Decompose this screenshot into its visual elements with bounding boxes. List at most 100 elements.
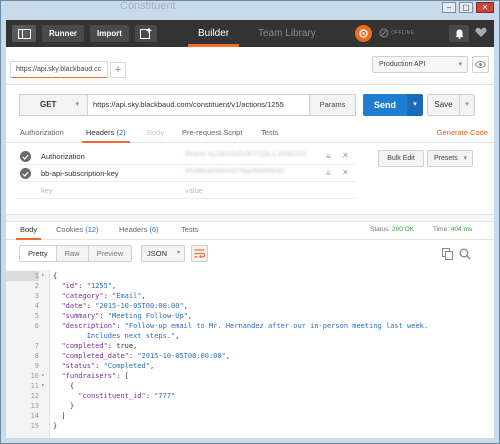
fold-toggle-icon[interactable]: ▾ <box>41 371 45 381</box>
presets-button[interactable]: Presets ▾ <box>427 150 473 167</box>
tab-cookies[interactable]: Cookies (12) <box>56 225 99 240</box>
tab-response-body[interactable]: Body <box>15 225 42 240</box>
bell-icon <box>455 29 463 39</box>
new-window-icon <box>139 28 152 39</box>
format-select[interactable]: JSON ▾ <box>141 245 185 262</box>
tab-headers[interactable]: Headers (2) <box>82 128 130 143</box>
code-text: { <box>53 382 75 390</box>
sync-icon <box>359 29 368 38</box>
import-button[interactable]: Import <box>90 25 129 42</box>
runner-button[interactable]: Runner <box>42 25 84 42</box>
maximize-button[interactable]: ▢ <box>459 2 473 13</box>
close-button[interactable]: ✕ <box>476 2 494 13</box>
response-toolbar: Pretty Raw Preview JSON ▾ <box>6 240 494 268</box>
offline-icon <box>379 28 389 38</box>
tab-cookies-count: (12) <box>85 225 99 234</box>
send-options-button[interactable]: ▾ <box>407 94 423 116</box>
tab-builder[interactable]: Builder <box>187 20 240 47</box>
environment-quick-look-button[interactable] <box>472 56 489 73</box>
notifications-button[interactable] <box>449 25 469 42</box>
code-line: 11 ▾ { <box>6 381 494 391</box>
tab-response-tests[interactable]: Tests <box>181 225 199 240</box>
sync-button[interactable] <box>355 25 372 42</box>
minimize-button[interactable]: – <box>442 2 456 13</box>
drag-handle-icon[interactable]: ≡ <box>326 152 331 161</box>
copy-icon[interactable] <box>442 248 453 260</box>
response-body-editor[interactable]: 1 ▾{2 "id": "1255", 3 "category": "Email",… <box>6 270 494 438</box>
save-button[interactable]: Save <box>427 94 459 116</box>
tab-headers-label: Headers <box>86 128 115 137</box>
new-header-value-input[interactable]: value <box>185 186 203 195</box>
chevron-down-icon: ▾ <box>176 250 180 256</box>
tab-tests[interactable]: Tests <box>261 128 279 143</box>
method-select[interactable]: GET ▾ <box>19 94 87 116</box>
header-row-new: key value <box>17 182 355 199</box>
window-titlebar[interactable]: Constituent – ▢ ✕ <box>0 0 500 20</box>
chevron-down-icon: ▾ <box>463 155 467 162</box>
view-preview-button[interactable]: Preview <box>88 246 132 261</box>
header-enabled-checkbox[interactable] <box>20 168 31 179</box>
code-line: 7 "completed": true, <box>6 341 494 351</box>
request-tab[interactable]: https://api.sky.blackbaud.cc <box>10 61 108 78</box>
header-value[interactable]: Bearer eyJ0eXAiOiJKV1QiLCJhbGciOi <box>185 151 306 158</box>
code-text: "fundraisers": [ <box>61 372 129 380</box>
view-raw-button[interactable]: Raw <box>56 246 89 261</box>
tab-body[interactable]: Body <box>147 128 164 143</box>
code-text: "date": "2015-10-05T00:00:00", <box>61 302 188 310</box>
send-button[interactable]: Send <box>363 94 407 116</box>
code-line: 12 "constituent_id": "777" <box>6 391 494 401</box>
code-text: "constituent_id": "777" <box>78 392 176 400</box>
main-pane: https://api.sky.blackbaud.cc + Productio… <box>6 47 494 438</box>
line-number: 9 <box>34 362 39 370</box>
tab-response-headers-count: (6) <box>149 225 159 234</box>
eye-icon <box>475 61 486 68</box>
remove-header-icon[interactable]: ✕ <box>342 168 349 177</box>
save-options-button[interactable]: ▾ <box>459 94 475 116</box>
response-tabs: Body Cookies (12) Headers (6) Tests Stat… <box>6 222 494 240</box>
line-number: 10 <box>30 372 39 380</box>
tab-team-library[interactable]: Team Library <box>258 20 316 47</box>
add-tab-button[interactable]: + <box>110 62 126 78</box>
check-icon <box>22 154 29 160</box>
fold-toggle-icon[interactable]: ▾ <box>41 381 45 391</box>
fold-toggle-icon[interactable]: ▾ <box>41 271 45 281</box>
header-enabled-checkbox[interactable] <box>20 151 31 162</box>
bulk-edit-button[interactable]: Bulk Edit <box>378 150 424 167</box>
code-line: Includes next steps.", <box>6 331 494 341</box>
tab-authorization[interactable]: Authorization <box>20 128 64 143</box>
search-icon[interactable] <box>459 248 471 260</box>
wrap-icon <box>194 249 205 258</box>
chevron-down-icon: ▾ <box>75 101 79 108</box>
new-window-button[interactable] <box>134 25 157 42</box>
params-button[interactable]: Params <box>309 94 356 116</box>
header-value[interactable]: bf1d9ea93de4427faa4bd9f8640 <box>185 168 284 175</box>
remove-header-icon[interactable]: ✕ <box>342 151 349 160</box>
toggle-sidebar-button[interactable] <box>12 25 36 42</box>
code-text: "id": "1255", <box>61 282 117 290</box>
wrap-lines-button[interactable] <box>191 245 208 262</box>
header-key[interactable]: Authorization <box>41 152 85 161</box>
response-time: Time: 404 ms <box>433 226 472 233</box>
environment-select[interactable]: Production API ▾ <box>372 56 468 73</box>
tab-prerequest-script[interactable]: Pre-request Script <box>182 128 242 143</box>
check-icon <box>22 171 29 177</box>
window-ghost-title: Constituent <box>120 0 176 12</box>
presets-label: Presets <box>434 155 458 162</box>
code-line: 14 ] <box>6 411 494 421</box>
code-line: 8 "completed_date": "2015-10-05T00:00:00… <box>6 351 494 361</box>
code-line: 13 } <box>6 401 494 411</box>
header-key[interactable]: bb-api-subscription-key <box>41 169 119 178</box>
sidebar-icon <box>17 28 31 39</box>
code-line: 6 "description": "Follow-up email to Mr.… <box>6 321 494 331</box>
tab-response-headers[interactable]: Headers (6) <box>119 225 159 240</box>
response-status: Status: 200 OK <box>370 226 414 233</box>
view-pretty-button[interactable]: Pretty <box>20 246 57 261</box>
pane-divider[interactable] <box>6 214 494 222</box>
heart-icon[interactable] <box>475 27 487 38</box>
drag-handle-icon[interactable]: ≡ <box>326 169 331 178</box>
generate-code-link[interactable]: Generate Code <box>437 128 488 137</box>
code-line: 2 "id": "1255", <box>6 281 494 291</box>
new-header-key-input[interactable]: key <box>41 186 53 195</box>
line-number: 2 <box>34 282 39 290</box>
url-input[interactable]: https://api.sky.blackbaud.com/constituen… <box>87 94 309 116</box>
